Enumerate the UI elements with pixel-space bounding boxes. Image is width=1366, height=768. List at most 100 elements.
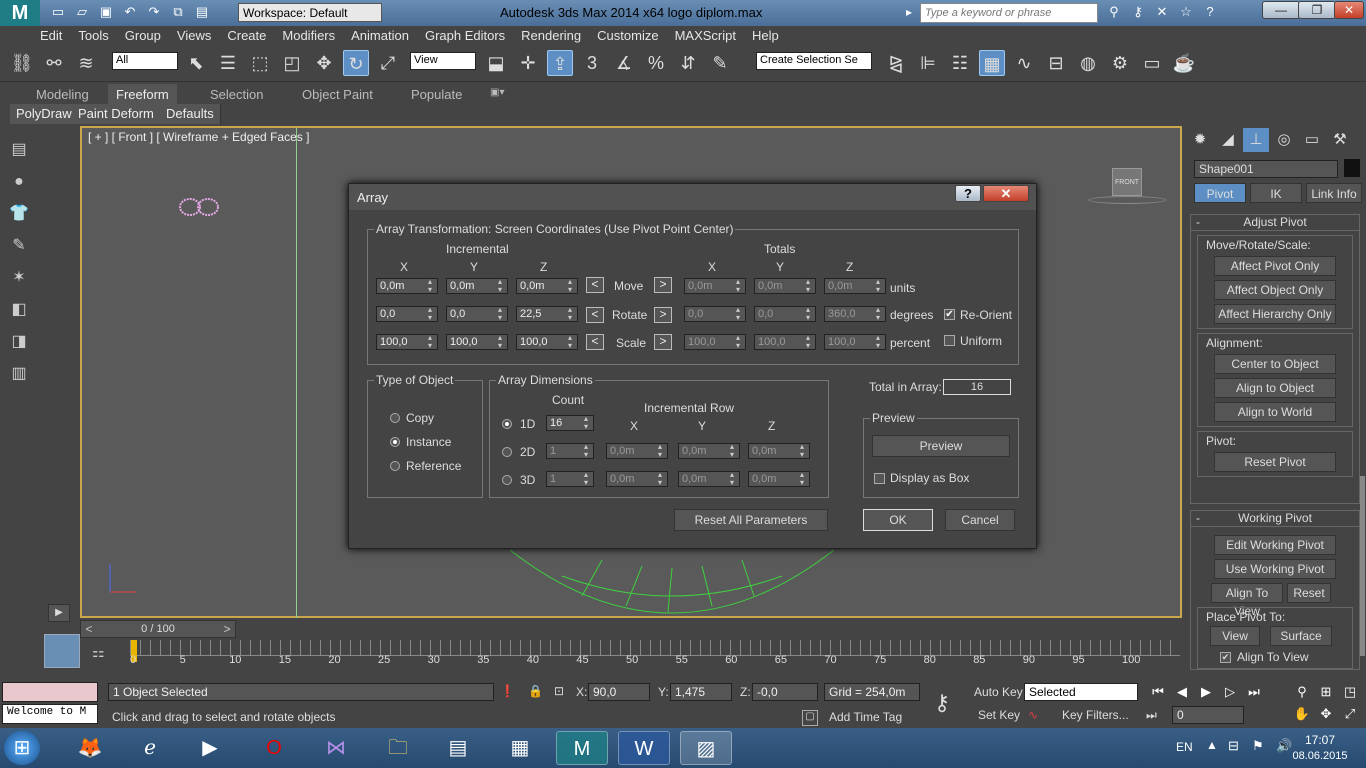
key-tools-icon[interactable]: ⚷ [1129,4,1147,20]
affect-pivot-only-button[interactable]: Affect Pivot Only [1214,256,1336,276]
maximize-viewport-icon[interactable]: ⤢ [1341,706,1359,722]
pivot-center-icon[interactable]: ⬓ [483,50,509,76]
re-orient-checkbox[interactable]: ✔ [944,309,955,320]
menu-graph-editors[interactable]: Graph Editors [425,26,505,46]
affect-hierarchy-only-button[interactable]: Affect Hierarchy Only [1214,304,1336,324]
1d-count-input[interactable]: 16 [546,415,594,431]
collapse-icon[interactable]: - [1196,511,1200,525]
set-key-button[interactable]: Set Key [978,708,1020,722]
search-expand-icon[interactable]: ▸ [906,5,912,19]
keyboard-shortcut-override-icon[interactable]: ⇪ [547,50,573,76]
reset-pivot-button[interactable]: Reset Pivot [1214,452,1336,472]
expand-arrow-icon[interactable]: ▶ [48,604,70,622]
scale-inc-y[interactable]: 100,0 [446,334,508,350]
edit-named-selection-icon[interactable]: ✎ [707,50,733,76]
track-bar[interactable]: 0 5 10 15 20 25 30 35 40 45 50 55 60 65 70 75 80 85 90 95 10… [130,640,1180,670]
menu-edit[interactable]: Edit [40,26,62,46]
use-working-pivot-button[interactable]: Use Working Pivot [1214,559,1336,579]
motion-tab-icon[interactable]: ◎ [1271,128,1297,152]
2d-radio[interactable] [502,447,512,457]
shirt-icon[interactable]: 👕 [4,200,34,228]
menu-modifiers[interactable]: Modifiers [282,26,335,46]
menu-create[interactable]: Create [227,26,266,46]
menu-tools[interactable]: Tools [78,26,108,46]
move-inc-z[interactable]: 0,0m [516,278,578,294]
subtab-polydraw[interactable]: PolyDraw [10,104,79,124]
2d-y-input[interactable]: 0,0m [678,443,740,459]
selection-lock-icon[interactable]: 🔒 [528,684,543,698]
modify-tab-icon[interactable]: ◢ [1215,128,1241,152]
select-manipulate-icon[interactable]: ✛ [515,50,541,76]
go-to-start-icon[interactable]: ⏮ [1149,684,1167,700]
menu-customize[interactable]: Customize [597,26,658,46]
utilities-tab-icon[interactable]: ⚒ [1327,128,1353,152]
scale-icon[interactable]: ⤢ [375,50,401,76]
workspace-dropdown[interactable]: Workspace: Default [238,3,382,22]
image-viewer-task-icon[interactable]: ▨ [680,731,732,765]
viewport-label[interactable]: [ + ] [ Front ] [ Wireframe + Edged Face… [88,130,309,144]
schematic-view-icon[interactable]: ⊟ [1043,50,1069,76]
align-to-world-button[interactable]: Align to World [1214,402,1336,422]
rotate-inc-x[interactable]: 0,0 [376,306,438,322]
network-icon[interactable]: ⊟ [1228,738,1239,754]
viewcube-icon[interactable]: FRONT [1112,168,1142,196]
tool-box-3-icon[interactable]: ▥ [4,360,34,388]
media-player-icon[interactable]: ▶ [184,731,236,765]
mini-curve-editor-icon[interactable] [44,634,80,668]
working-pivot-header[interactable]: - Working Pivot [1191,511,1359,527]
subtab-defaults[interactable]: Defaults [160,104,221,124]
close-button[interactable]: ✕ [1334,1,1364,19]
link-icon[interactable]: ⛓ [9,50,35,76]
copy-radio[interactable] [390,413,400,423]
tab-object-paint[interactable]: Object Paint [302,87,373,102]
adjust-pivot-header[interactable]: - Adjust Pivot [1191,215,1359,231]
move-total-z[interactable]: 0,0m [824,278,886,294]
add-time-tag[interactable]: Add Time Tag [829,710,902,724]
align-icon[interactable]: ⊫ [915,50,941,76]
transform-mode-icon[interactable]: ⊡ [554,684,564,698]
maxscript-listener-pink[interactable] [2,682,98,702]
tab-pivot[interactable]: Pivot [1194,183,1246,203]
time-tag-icon[interactable]: ▢ [802,710,818,726]
help-icon[interactable]: ? [1201,4,1219,20]
dialog-title-bar[interactable]: Array ? ✕ [349,184,1036,210]
object-color-swatch[interactable] [1344,159,1360,177]
instance-radio[interactable] [390,437,400,447]
time-slider[interactable]: < 0 / 100 > [80,620,236,638]
move-inc-x[interactable]: 0,0m [376,278,438,294]
place-surface-button[interactable]: Surface [1270,626,1332,646]
tab-ik[interactable]: IK [1250,183,1302,203]
previous-frame-icon[interactable]: ◀ [1173,684,1191,700]
current-frame-input[interactable]: 0 [1172,706,1244,724]
move-total-y[interactable]: 0,0m [754,278,816,294]
word-task-icon[interactable]: W [618,731,670,765]
maxscript-listener-field[interactable]: Welcome to M [2,704,98,724]
minimize-button[interactable]: — [1262,1,1300,19]
cancel-button[interactable]: Cancel [945,509,1015,531]
3d-y-input[interactable]: 0,0m [678,471,740,487]
project-folder-icon[interactable]: ⧉ [169,4,187,20]
render-frame-icon[interactable]: ▭ [1139,50,1165,76]
rotate-total-y[interactable]: 0,0 [754,306,816,322]
menu-group[interactable]: Group [125,26,161,46]
key-mode-dropdown[interactable]: Selected [1024,683,1138,701]
graphite-toggle-icon[interactable]: ▦ [979,50,1005,76]
dialog-close-button[interactable]: ✕ [983,185,1029,202]
scale-inc-z[interactable]: 100,0 [516,334,578,350]
opera-icon[interactable]: O [248,731,300,765]
window-crossing-icon[interactable]: ◰ [279,50,305,76]
maximize-button[interactable]: ❐ [1298,1,1336,19]
menu-maxscript[interactable]: MAXScript [675,26,736,46]
edit-working-pivot-button[interactable]: Edit Working Pivot [1214,535,1336,555]
2d-count-input[interactable]: 1 [546,443,594,459]
reset-all-parameters-button[interactable]: Reset All Parameters [674,509,828,531]
open-file-icon[interactable]: ▱ [73,4,91,20]
layer-manager-icon[interactable]: ☷ [947,50,973,76]
spinner-snap-icon[interactable]: ⇵ [675,50,701,76]
scale-inc-x[interactable]: 100,0 [376,334,438,350]
binoculars-icon[interactable]: ⚲ [1105,4,1123,20]
isolate-selection-icon[interactable]: ❗ [500,684,515,698]
reference-coordinate-dropdown[interactable]: View [410,52,476,70]
menu-views[interactable]: Views [177,26,211,46]
move-total-x[interactable]: 0,0m [684,278,746,294]
